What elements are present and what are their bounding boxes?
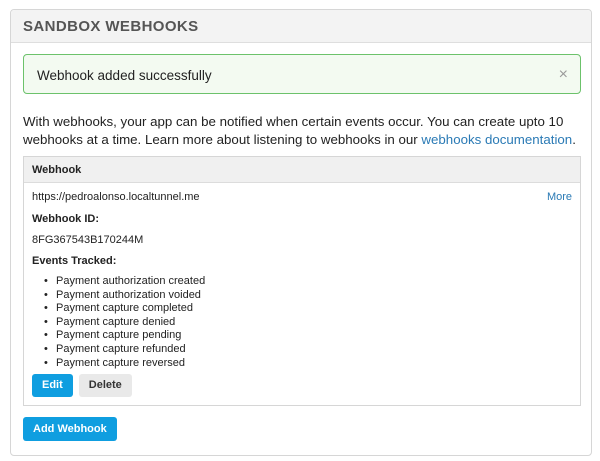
list-item: Payment capture refunded [44,343,572,357]
webhook-url: https://pedroalonso.localtunnel.me [32,191,200,203]
edit-button[interactable]: Edit [32,374,73,397]
alert-message: Webhook added successfully [37,68,212,83]
panel-title: SANDBOX WEBHOOKS [23,18,199,35]
panel-header: SANDBOX WEBHOOKS [11,10,591,43]
intro-period: . [572,132,576,147]
add-webhook-button[interactable]: Add Webhook [23,417,117,441]
list-item: Payment capture completed [44,302,572,316]
events-list: Payment authorization created Payment au… [32,275,572,370]
list-item: Payment authorization voided [44,289,572,303]
sandbox-webhooks-panel: SANDBOX WEBHOOKS Webhook added successfu… [10,9,592,456]
delete-button[interactable]: Delete [78,374,132,397]
events-tracked-label: Events Tracked: [32,255,117,267]
more-link[interactable]: More [547,191,572,203]
list-item: Payment capture pending [44,329,572,343]
webhook-table: Webhook https://pedroalonso.localtunnel.… [23,156,581,406]
close-icon[interactable]: × [559,66,568,84]
webhooks-documentation-link[interactable]: webhooks documentation [421,132,572,147]
webhook-id-label: Webhook ID: [32,213,100,225]
list-item: Payment capture denied [44,316,572,330]
list-item: Payment capture reversed [44,357,572,371]
row-actions: Edit Delete [32,374,132,397]
list-item: Payment authorization created [44,275,572,289]
webhook-row: https://pedroalonso.localtunnel.me More … [24,183,580,370]
intro-text: With webhooks, your app can be notified … [23,113,583,149]
success-alert: Webhook added successfully × [23,54,581,94]
table-header: Webhook [24,157,580,183]
webhook-id-value: 8FG367543B170244M [32,234,144,246]
